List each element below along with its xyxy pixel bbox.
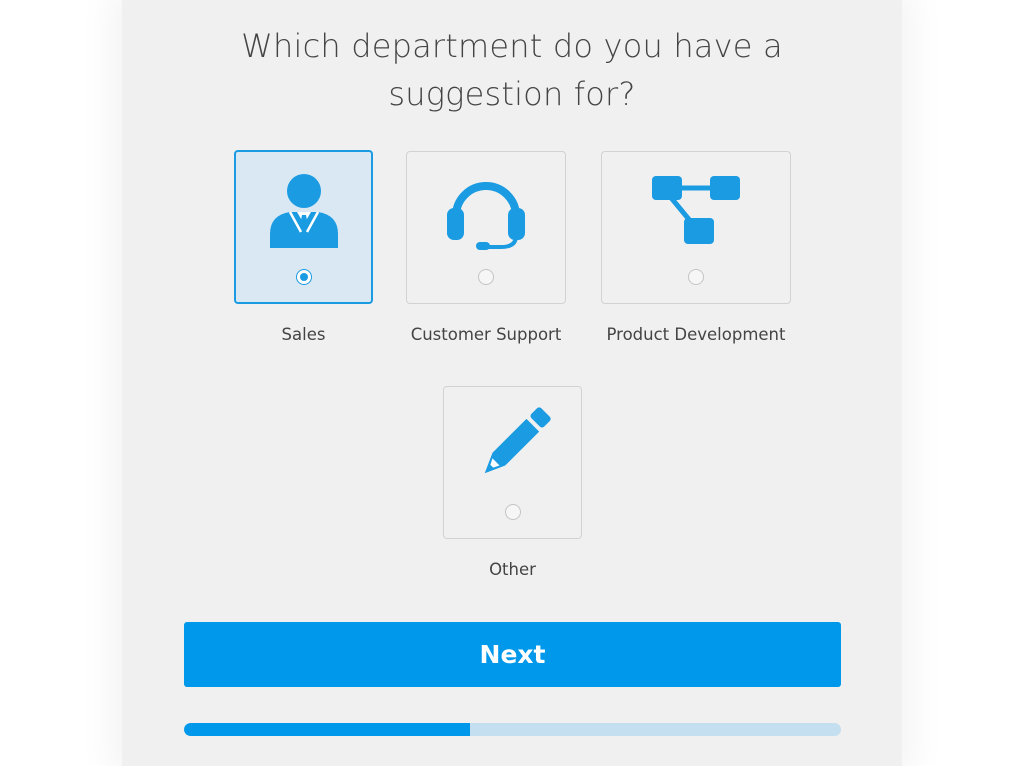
pencil-icon <box>444 405 581 485</box>
progress-bar-fill <box>184 723 470 736</box>
businessman-icon <box>236 170 371 250</box>
progress-bar <box>184 723 841 736</box>
next-button[interactable]: Next <box>184 622 841 687</box>
option-other-radio[interactable] <box>504 504 521 520</box>
flowchart-icon <box>602 170 790 250</box>
option-sales-label: Sales <box>281 325 326 344</box>
option-customer-support-radio[interactable] <box>478 269 494 285</box>
page: Which department do you have a suggestio… <box>0 0 1024 766</box>
headset-icon <box>407 170 565 250</box>
option-sales[interactable] <box>234 150 373 304</box>
option-product-development-radio[interactable] <box>688 269 704 285</box>
question-line-1: Which department do you have a <box>241 27 783 65</box>
question-line-2: suggestion for? <box>388 75 636 113</box>
option-other-label: Other <box>489 560 536 579</box>
option-customer-support-label: Customer Support <box>410 325 562 344</box>
option-customer-support[interactable] <box>406 151 566 304</box>
option-other[interactable] <box>443 386 582 539</box>
question-heading: Which department do you have a suggestio… <box>212 22 812 118</box>
option-product-development[interactable] <box>601 151 791 304</box>
option-product-development-label: Product Development <box>606 325 786 344</box>
option-sales-radio[interactable] <box>295 269 312 285</box>
